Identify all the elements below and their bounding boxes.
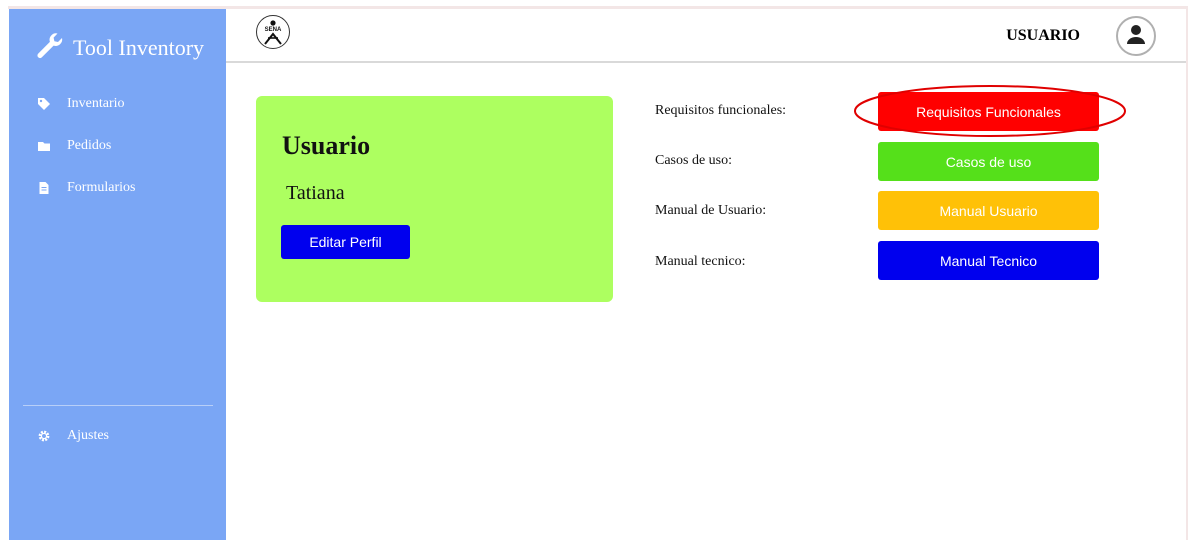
profile-name: Tatiana	[286, 182, 345, 204]
profile-heading: Usuario	[282, 131, 371, 160]
brand[interactable]: Tool Inventory	[9, 9, 226, 81]
sidebar-item-inventario[interactable]: Inventario	[37, 93, 125, 115]
wrench-icon	[35, 31, 63, 59]
casos-de-uso-label: Casos de uso:	[655, 153, 732, 168]
manual-tecnico-label: Manual tecnico:	[655, 254, 746, 269]
casos-de-uso-button[interactable]: Casos de uso	[878, 142, 1099, 181]
svg-text:SENA: SENA	[265, 27, 282, 33]
user-title: USUARIO	[1006, 27, 1080, 44]
sidebar-item-label: Inventario	[67, 96, 125, 111]
sena-logo[interactable]: SENA	[256, 15, 290, 49]
requisitos-funcionales-button[interactable]: Requisitos Funcionales	[878, 92, 1099, 131]
sidebar-item-label: Ajustes	[67, 428, 109, 443]
top-header: SENA USUARIO	[226, 9, 1186, 63]
profile-card: Usuario Tatiana Editar Perfil	[256, 96, 613, 302]
gear-icon	[37, 429, 51, 443]
sidebar-item-pedidos[interactable]: Pedidos	[37, 135, 111, 157]
manual-tecnico-button[interactable]: Manual Tecnico	[878, 241, 1099, 280]
sidebar-item-formularios[interactable]: Formularios	[37, 177, 135, 199]
user-avatar[interactable]	[1116, 16, 1156, 56]
sidebar-divider	[23, 405, 213, 406]
sidebar: Tool Inventory Inventario Pedidos Formul…	[9, 9, 226, 540]
brand-title: Tool Inventory	[73, 35, 205, 60]
manual-usuario-label: Manual de Usuario:	[655, 203, 767, 218]
user-icon	[1125, 23, 1147, 50]
sidebar-item-label: Formularios	[67, 180, 136, 195]
document-icon	[37, 181, 51, 195]
sidebar-item-ajustes[interactable]: Ajustes	[37, 425, 109, 447]
tag-icon	[37, 97, 51, 111]
folder-icon	[37, 139, 51, 153]
edit-profile-button[interactable]: Editar Perfil	[281, 225, 410, 259]
sidebar-item-label: Pedidos	[67, 138, 112, 153]
manual-usuario-button[interactable]: Manual Usuario	[878, 191, 1099, 230]
requisitos-label: Requisitos funcionales:	[655, 103, 787, 118]
